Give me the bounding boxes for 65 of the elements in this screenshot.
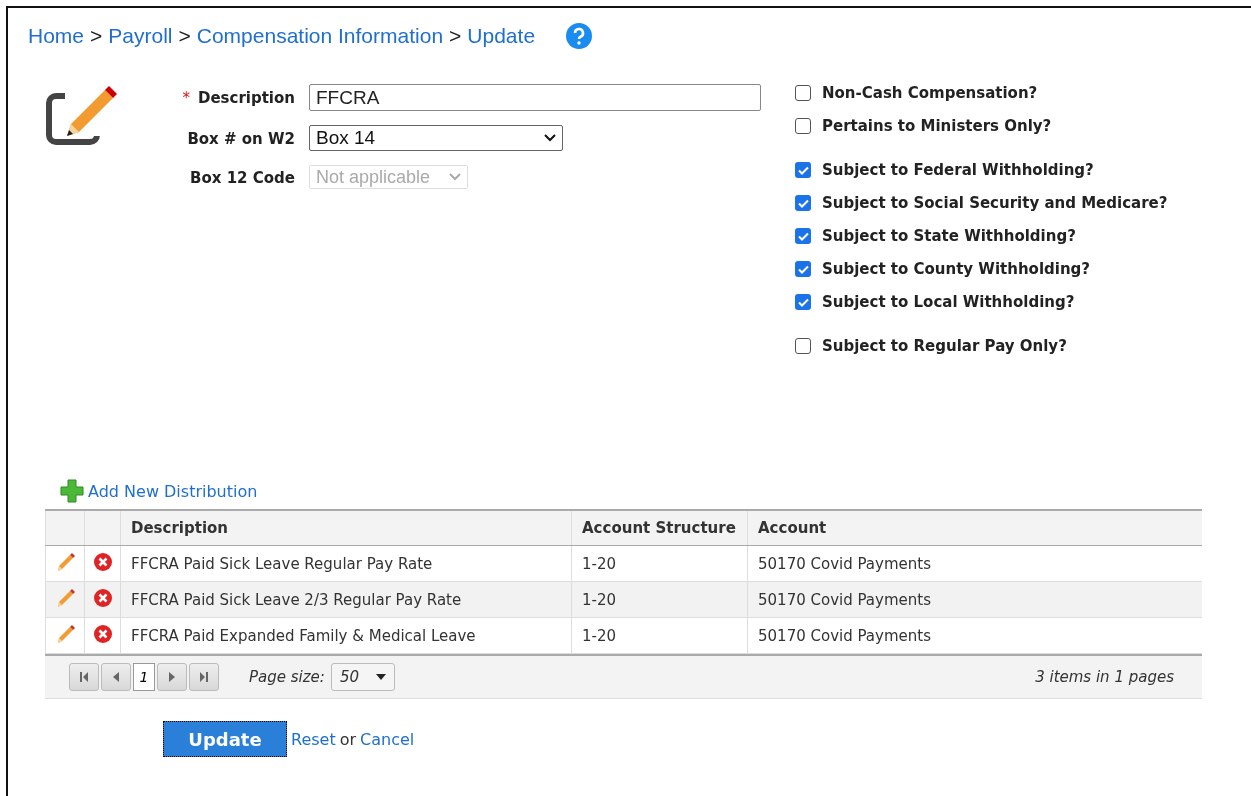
chevron-down-icon [544,134,556,142]
items-summary: 3 items in 1 pages [1035,668,1174,686]
breadcrumb-separator: > [449,24,462,48]
table-cell: 1-20 [571,545,748,582]
table-cell: 50170 Covid Payments [747,545,1202,582]
update-button[interactable]: Update [163,721,287,757]
add-distribution-link[interactable]: Add New Distribution [88,481,258,501]
breadcrumb-link[interactable]: Compensation Information [196,24,444,48]
checkbox-label: Subject to State Withholding? [822,227,1076,245]
chevron-down-icon [449,173,461,181]
checkbox-label: Non-Cash Compensation? [822,84,1038,102]
table-cell: 50170 Covid Payments [747,581,1202,618]
plus-icon[interactable] [60,479,84,503]
column-header: Account Structure [571,510,748,546]
breadcrumb-link[interactable]: Payroll [108,24,173,48]
reset-link[interactable]: Reset [291,729,336,749]
dropdown-arrow-icon [375,674,386,680]
table-cell: FFCRA Paid Sick Leave 2/3 Regular Pay Rate [120,581,572,618]
last-page-icon [198,671,210,683]
delete-icon[interactable] [92,551,113,572]
last-page-button[interactable] [189,663,219,691]
previous-page-button[interactable] [101,663,131,691]
checkbox[interactable] [795,261,811,277]
checkbox[interactable] [795,162,811,178]
help-icon[interactable] [565,22,594,50]
table-cell: 50170 Covid Payments [747,617,1202,654]
checkbox[interactable] [795,294,811,310]
table-cell: FFCRA Paid Expanded Family & Medical Leave [120,617,572,654]
checkbox-label: Subject to Social Security and Medicare? [822,194,1168,212]
page-size-select[interactable]: 50 [330,663,395,691]
next-page-button[interactable] [157,663,187,691]
checkbox[interactable] [795,228,811,244]
checkbox[interactable] [795,338,811,354]
checkbox[interactable] [795,195,811,211]
required-mark: * [182,89,190,107]
select-field[interactable]: Box 14 [309,125,563,151]
checkbox[interactable] [795,118,811,134]
checkbox-label: Subject to Local Withholding? [822,293,1075,311]
field-label: Description [197,89,295,107]
checkbox[interactable] [795,85,811,101]
cancel-link[interactable]: Cancel [360,729,415,749]
breadcrumb-separator: > [178,24,191,48]
column-header: Description [120,510,572,546]
field-label: Box # on W2 [187,129,295,148]
page-size-label: Page size: [249,668,325,686]
or-text: or [339,729,357,749]
column-header: Account [747,510,1202,546]
page-number[interactable]: 1 [133,663,155,691]
first-page-icon [78,671,90,683]
checkbox-label: Pertains to Ministers Only? [822,117,1052,135]
checkbox-label: Subject to Regular Pay Only? [822,337,1067,355]
delete-icon[interactable] [92,623,113,644]
first-page-button[interactable] [69,663,99,691]
edit-icon [45,84,119,146]
delete-icon[interactable] [92,587,113,608]
table-cell: 1-20 [571,581,748,618]
checkbox-label: Subject to County Withholding? [822,260,1090,278]
breadcrumb-link[interactable]: Update [467,24,536,48]
breadcrumb-link[interactable]: Home [28,24,85,48]
breadcrumb-separator: > [90,24,103,48]
description-field[interactable]: FFCRA [309,84,761,111]
table-cell: 1-20 [571,617,748,654]
table-cell: FFCRA Paid Sick Leave Regular Pay Rate [120,545,572,582]
field-label: Box 12 Code [190,168,295,187]
checkbox-label: Subject to Federal Withholding? [822,161,1094,179]
